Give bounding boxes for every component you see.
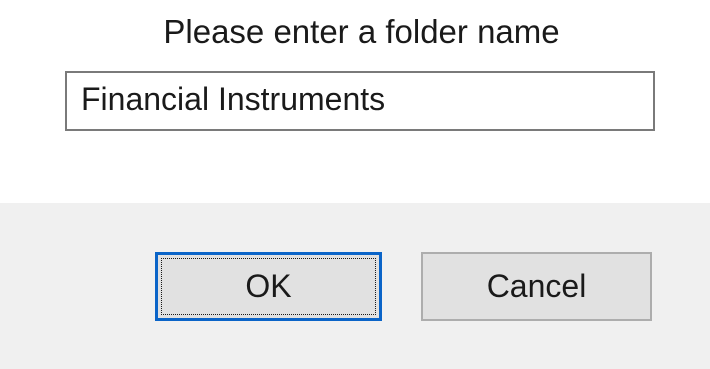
folder-name-dialog: Please enter a folder name OK Cancel: [0, 0, 710, 369]
ok-button[interactable]: OK: [155, 252, 382, 321]
cancel-button-label: Cancel: [486, 268, 587, 304]
prompt-label: Please enter a folder name: [163, 13, 560, 50]
cancel-button[interactable]: Cancel: [421, 252, 652, 321]
dialog-button-bar: OK Cancel: [0, 203, 710, 369]
folder-name-input[interactable]: [65, 71, 655, 131]
ok-button-label: OK: [245, 268, 292, 304]
dialog-content: Please enter a folder name: [0, 0, 710, 203]
